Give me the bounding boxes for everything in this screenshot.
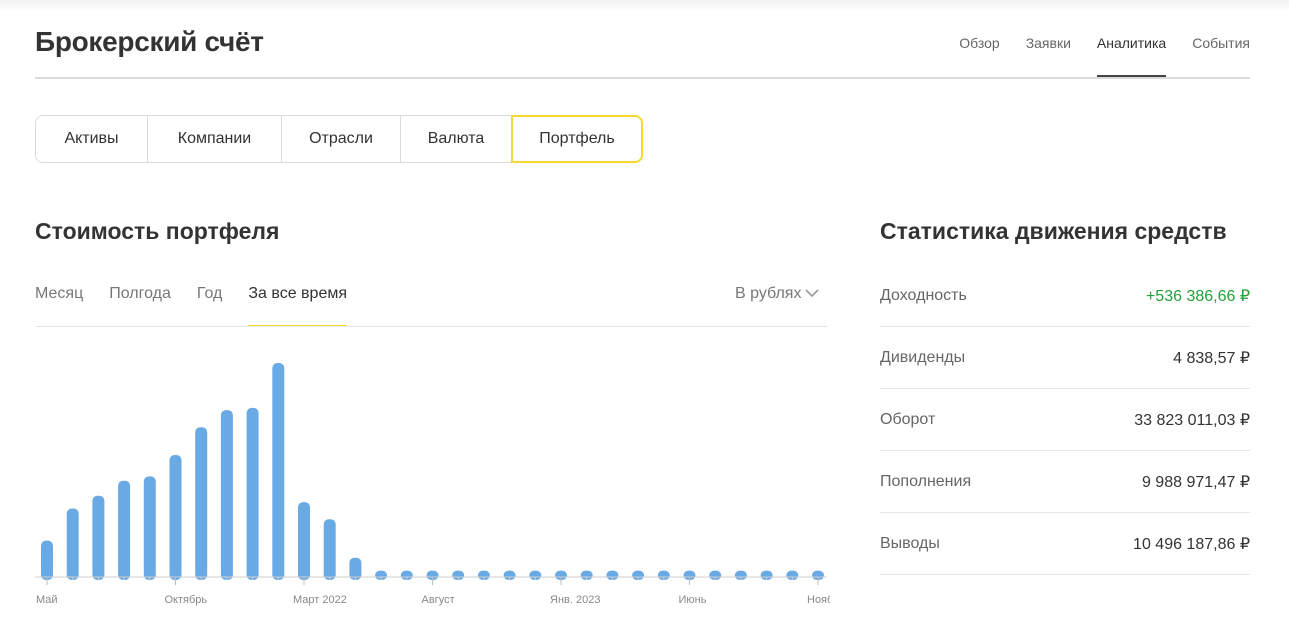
x-tick-label: Март 2022 xyxy=(293,594,347,606)
chevron-down-icon xyxy=(805,289,820,298)
stat-label: Пополнения xyxy=(880,472,972,490)
chart-bar[interactable] xyxy=(169,455,182,580)
funds-stats-title: Статистика движения средств xyxy=(880,218,1227,244)
funds-stats-list: Доходность +536 386,66 ₽ Дивиденды 4 838… xyxy=(880,265,1250,575)
segment-assets[interactable]: Активы xyxy=(35,115,148,163)
chart-bar[interactable] xyxy=(246,407,259,580)
stat-row-yield: Доходность +536 386,66 ₽ xyxy=(880,265,1250,327)
segment-companies[interactable]: Компании xyxy=(147,115,282,163)
chart-bar[interactable] xyxy=(220,410,233,580)
stat-row-withdrawals: Выводы 10 496 187,86 ₽ xyxy=(880,513,1250,575)
analytics-segment-control: Активы Компании Отрасли Валюта Портфель xyxy=(35,115,643,163)
stat-value: +536 386,66 ₽ xyxy=(1145,287,1250,305)
stat-value: 33 823 011,03 ₽ xyxy=(1134,411,1250,429)
period-tabs-divider xyxy=(35,326,827,327)
stat-value: 4 838,57 ₽ xyxy=(1173,349,1250,367)
chart-bar[interactable] xyxy=(323,519,336,580)
segment-portfolio[interactable]: Портфель xyxy=(511,115,643,163)
period-tab-year[interactable]: Год xyxy=(197,285,222,327)
stat-row-deposits: Пополнения 9 988 971,47 ₽ xyxy=(880,451,1250,513)
header-divider xyxy=(35,77,1250,79)
x-tick-label: Май xyxy=(36,594,58,606)
stat-label: Оборот xyxy=(880,410,936,428)
chart-bar[interactable] xyxy=(92,495,105,580)
portfolio-value-title: Стоимость портфеля xyxy=(35,218,280,244)
stat-row-dividends: Дивиденды 4 838,57 ₽ xyxy=(880,327,1250,389)
nav-analytics[interactable]: Аналитика xyxy=(1096,35,1167,77)
stat-label: Выводы xyxy=(880,534,940,552)
portfolio-value-chart: Май Октябрь Март 2022 Август Янв. 2023 Июнь Но… xyxy=(35,363,830,606)
x-tick-label: Янв. 2023 xyxy=(550,594,600,606)
period-tabs: Месяц Полгода Год За все время xyxy=(35,285,348,327)
chart-bar[interactable] xyxy=(143,476,156,580)
period-tab-half-year[interactable]: Полгода xyxy=(109,285,171,327)
chart-bar[interactable] xyxy=(195,427,208,580)
stat-label: Доходность xyxy=(880,286,967,304)
currency-dropdown[interactable]: В рублях xyxy=(735,285,820,303)
stat-label: Дивиденды xyxy=(880,348,966,366)
stat-row-turnover: Оборот 33 823 011,03 ₽ xyxy=(880,389,1250,451)
x-tick-label: Август xyxy=(422,594,455,606)
nav-orders[interactable]: Заявки xyxy=(1026,35,1071,77)
chart-bar[interactable] xyxy=(66,508,79,581)
nav-overview[interactable]: Обзор xyxy=(959,35,999,77)
nav-events[interactable]: События xyxy=(1192,35,1250,77)
top-shadow xyxy=(0,0,1289,12)
segment-industries[interactable]: Отрасли xyxy=(281,115,401,163)
period-tab-all-time[interactable]: За все время xyxy=(248,285,348,327)
chart-bar[interactable] xyxy=(272,363,285,580)
top-nav: Обзор Заявки Аналитика События xyxy=(959,35,1250,77)
currency-dropdown-label: В рублях xyxy=(735,285,802,302)
stat-value: 9 988 971,47 ₽ xyxy=(1141,473,1250,491)
page-title: Брокерский счёт xyxy=(35,26,264,57)
x-tick-label: Ноябрь xyxy=(807,594,830,606)
chart-bar[interactable] xyxy=(118,480,131,580)
chart-bar[interactable] xyxy=(41,540,53,580)
stat-value: 10 496 187,86 ₽ xyxy=(1133,535,1250,553)
period-tab-month[interactable]: Месяц xyxy=(35,285,83,327)
chart-bar[interactable] xyxy=(298,502,310,580)
segment-currency[interactable]: Валюта xyxy=(400,115,512,163)
x-tick-label: Октябрь xyxy=(165,594,208,606)
x-tick-label: Июнь xyxy=(679,594,707,606)
